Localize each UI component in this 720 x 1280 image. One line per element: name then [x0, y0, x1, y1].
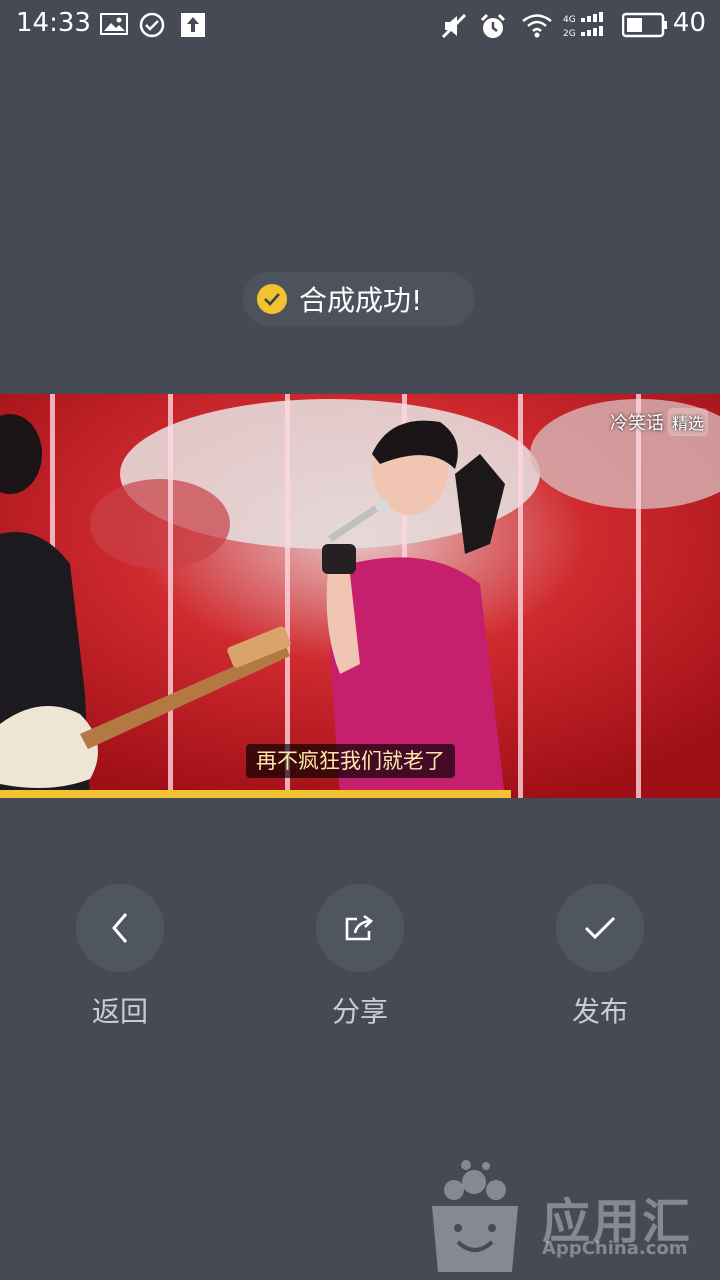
toast-text: 合成成功! — [299, 284, 423, 317]
battery-level: 40 — [672, 8, 706, 38]
upload-icon — [181, 13, 205, 37]
check-circle-icon — [139, 12, 165, 38]
mute-icon — [441, 13, 467, 39]
back-button[interactable]: 返回 — [76, 884, 164, 1030]
video-subtitle: 再不疯狂我们就老了 — [246, 744, 455, 778]
watermark-text: 冷笑话 — [609, 413, 664, 434]
status-bar: 14:33 4G 2G 40 — [0, 0, 720, 52]
svg-text:4G: 4G — [563, 15, 576, 25]
video-frame — [0, 394, 720, 798]
signal-icon: 4G 2G — [563, 12, 603, 39]
back-circle[interactable] — [76, 884, 164, 972]
publish-button[interactable]: 发布 — [556, 884, 644, 1030]
share-label: 分享 — [331, 995, 388, 1028]
video-progress-fill — [0, 790, 512, 798]
svg-text:2G: 2G — [563, 29, 576, 39]
check-icon — [257, 284, 287, 314]
check-icon — [584, 916, 616, 940]
success-toast: 合成成功! — [243, 272, 475, 326]
video-watermark: 冷笑话 精选 — [610, 408, 708, 436]
battery-icon — [622, 12, 667, 38]
appchina-logo-icon — [432, 1160, 518, 1272]
share-button[interactable]: 分享 — [316, 884, 404, 1030]
share-circle[interactable] — [316, 884, 404, 972]
alarm-icon — [480, 13, 506, 38]
publish-circle[interactable] — [556, 884, 644, 972]
watermark-tag: 精选 — [667, 408, 708, 436]
back-label: 返回 — [91, 995, 148, 1028]
publish-label: 发布 — [571, 995, 628, 1028]
appchina-watermark: 应用汇 AppChina.com — [424, 1160, 720, 1280]
chevron-left-icon — [112, 913, 128, 943]
wifi-icon — [522, 14, 552, 38]
brand-site: AppChina.com — [542, 1238, 688, 1259]
status-time: 14:33 — [16, 8, 91, 38]
image-icon — [100, 13, 128, 35]
video-progress-bar[interactable] — [0, 790, 720, 798]
video-preview[interactable]: 冷笑话 精选 再不疯狂我们就老了 — [0, 394, 720, 798]
share-icon — [345, 914, 374, 941]
